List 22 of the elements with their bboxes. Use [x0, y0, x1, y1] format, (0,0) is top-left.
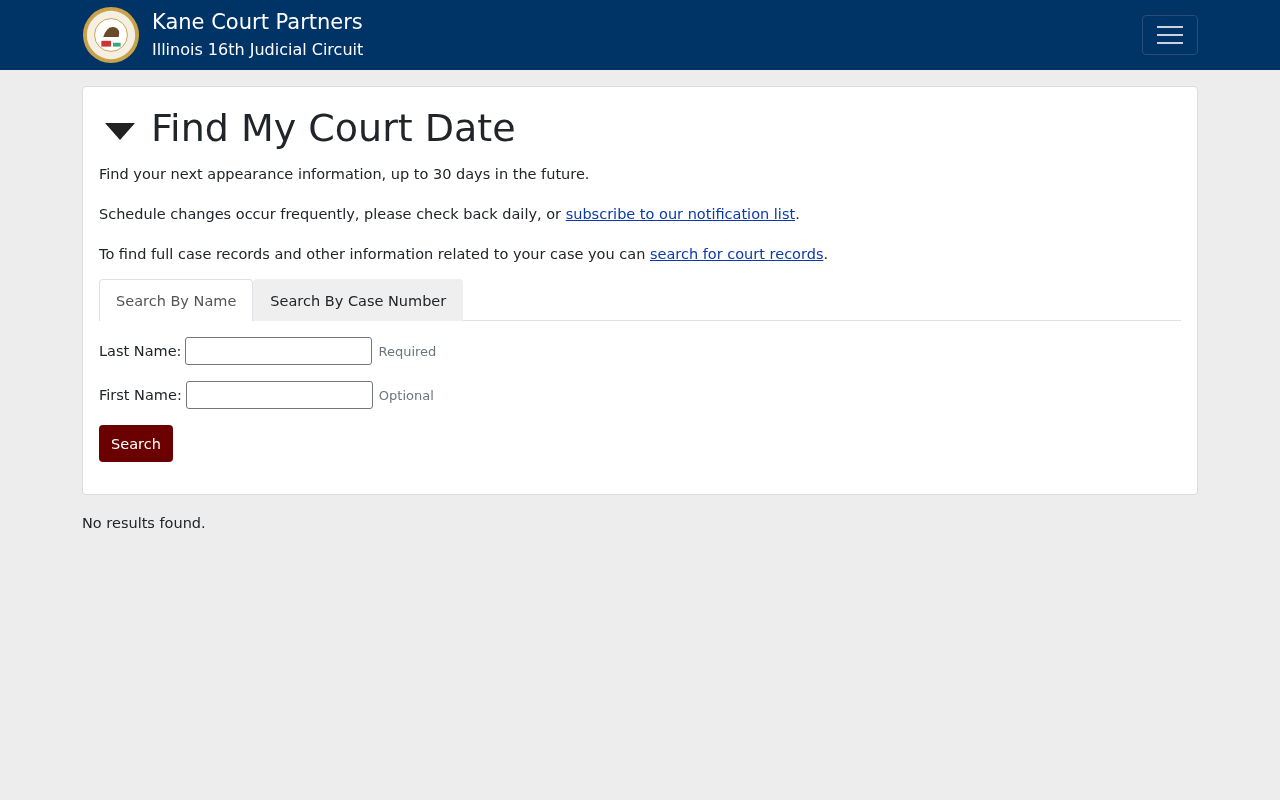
info-text: Find your next appearance information, up to 30 days in the future. [99, 165, 591, 184]
input-field[interactable] [185, 337, 373, 365]
results-message: No results found. [82, 515, 207, 531]
search-button[interactable]: Search [99, 425, 173, 462]
caret-icon[interactable] [105, 121, 135, 141]
text-link[interactable]: subscribe to our notification list [565, 206, 796, 222]
field-label: First Name: [99, 387, 182, 403]
info-text: To find full case records and other information related to your case you can search for court records. [99, 245, 830, 264]
search-tab[interactable]: Search By Name [99, 279, 254, 321]
page-heading: Find My Court Date [151, 105, 516, 151]
site-title[interactable]: Kane Court Partners [152, 7, 364, 37]
info-text: Schedule changes occur frequently, please check back daily, or subscribe to our notification list. [99, 205, 801, 224]
text-link[interactable]: search for court records [649, 246, 824, 262]
field-label: Last Name: [99, 343, 182, 359]
menu-icon [1157, 25, 1183, 45]
search-tab[interactable]: Search By Case Number [253, 279, 464, 321]
menu-button[interactable] [1142, 15, 1198, 55]
state-seal-icon [82, 6, 140, 64]
field-hint: Required [378, 343, 437, 359]
field-hint: Optional [378, 387, 434, 403]
input-field[interactable] [185, 381, 373, 409]
site-subtitle: Illinois 16th Judicial Circuit [152, 39, 364, 61]
